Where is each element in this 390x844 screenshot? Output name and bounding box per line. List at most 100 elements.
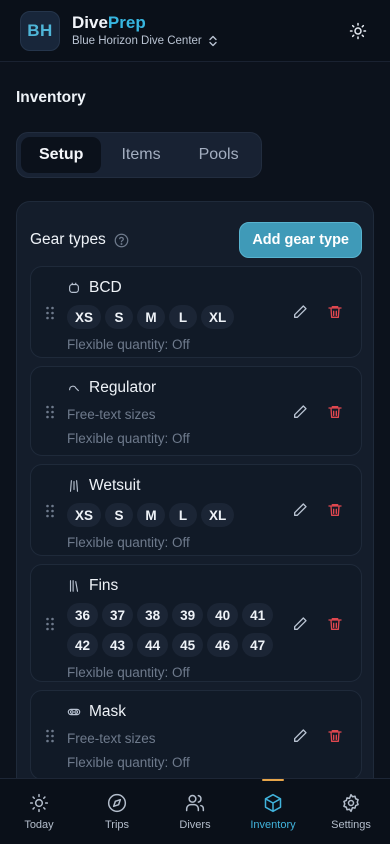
- size-chip: M: [137, 503, 166, 527]
- trash-icon[interactable]: [327, 502, 343, 518]
- tab-items[interactable]: Items: [103, 137, 178, 173]
- panel-header: Gear types Add gear type: [30, 222, 362, 258]
- edit-icon[interactable]: [292, 502, 308, 518]
- size-chip: S: [105, 503, 134, 527]
- compass-icon: [107, 793, 127, 812]
- gear-card-fins: Fins 36 37 38 39 40 41 42 43 44 45 46 47…: [30, 564, 362, 682]
- size-chip: 44: [137, 633, 169, 657]
- size-chip: 38: [137, 603, 169, 627]
- nav-inventory[interactable]: Inventory: [238, 778, 308, 844]
- size-chip: 41: [242, 603, 274, 627]
- size-chip: 39: [172, 603, 204, 627]
- brand-block: DivePrep Blue Horizon Dive Center: [72, 12, 218, 47]
- gear-name: Mask: [89, 703, 127, 720]
- card-actions: [292, 616, 343, 632]
- gear-name-row: Regulator: [67, 377, 277, 399]
- size-chip: XL: [201, 503, 235, 527]
- gear-name-row: Mask: [67, 701, 277, 723]
- size-chip: 46: [207, 633, 239, 657]
- gear-card-wetsuit: Wetsuit XS S M L XL Flexible quantity: O…: [30, 464, 362, 556]
- flex-quantity-status: Flexible quantity: Off: [67, 431, 190, 446]
- nav-trips[interactable]: Trips: [82, 779, 152, 844]
- page-title: Inventory: [16, 89, 86, 106]
- gear-types-panel: Gear types Add gear type BCD XS S M L XL…: [16, 201, 374, 841]
- tab-pools[interactable]: Pools: [181, 137, 257, 173]
- fins-icon: [69, 580, 79, 592]
- gear-name: BCD: [89, 279, 122, 296]
- trash-icon[interactable]: [327, 304, 343, 320]
- trash-icon[interactable]: [327, 404, 343, 420]
- drag-handle-icon[interactable]: [45, 405, 55, 419]
- active-indicator: [262, 778, 284, 781]
- gear-details: Regulator Free-text sizes Flexible quant…: [67, 377, 277, 449]
- edit-icon[interactable]: [292, 304, 308, 320]
- chevron-up-down-icon: [209, 36, 217, 47]
- trash-icon[interactable]: [327, 616, 343, 632]
- size-chip: 40: [207, 603, 239, 627]
- nav-label: Trips: [104, 818, 130, 831]
- gear-details: Fins 36 37 38 39 40 41 42 43 44 45 46 47…: [67, 575, 277, 683]
- nav-divers[interactable]: Divers: [160, 779, 230, 844]
- edit-icon[interactable]: [292, 404, 308, 420]
- gear-details: Mask Free-text sizes Flexible quantity: …: [67, 701, 277, 773]
- center-switcher[interactable]: Blue Horizon Dive Center: [72, 35, 218, 47]
- size-chip: XS: [67, 305, 102, 329]
- edit-icon[interactable]: [292, 728, 308, 744]
- size-chip: 42: [67, 633, 99, 657]
- size-chips: 36 37 38 39 40 41 42 43 44 45 46 47: [67, 603, 277, 657]
- flex-quantity-status: Flexible quantity: Off: [67, 755, 190, 770]
- gear-name-row: Wetsuit: [67, 475, 277, 497]
- size-chip: 37: [102, 603, 134, 627]
- drag-handle-icon[interactable]: [45, 617, 55, 631]
- free-text-sizes: Free-text sizes: [67, 731, 156, 746]
- box-icon: [264, 793, 282, 812]
- gear-card-mask: Mask Free-text sizes Flexible quantity: …: [30, 690, 362, 780]
- size-chips: XS S M L XL: [67, 305, 277, 329]
- add-gear-type-button[interactable]: Add gear type: [239, 222, 362, 258]
- card-actions: [292, 728, 343, 744]
- flex-quantity-status: Flexible quantity: Off: [67, 665, 190, 680]
- nav-label: Inventory: [250, 818, 296, 831]
- gear-name-row: BCD: [67, 277, 277, 299]
- size-chip: 45: [172, 633, 204, 657]
- trash-icon[interactable]: [327, 728, 343, 744]
- nav-settings[interactable]: Settings: [316, 779, 386, 844]
- sun-icon: [349, 22, 367, 39]
- app-header: BH DivePrep Blue Horizon Dive Center: [0, 0, 390, 62]
- tab-setup[interactable]: Setup: [21, 137, 102, 173]
- card-actions: [292, 502, 343, 518]
- drag-handle-icon[interactable]: [45, 729, 55, 743]
- help-icon[interactable]: [114, 233, 129, 248]
- drag-handle-icon[interactable]: [45, 306, 55, 320]
- mask-icon: [67, 708, 81, 716]
- nav-label: Settings: [331, 818, 371, 831]
- sun-icon: [29, 793, 49, 812]
- gear-name-row: Fins: [67, 575, 277, 597]
- size-chips: XS S M L XL: [67, 503, 277, 527]
- inventory-tabs: Setup Items Pools: [16, 132, 262, 178]
- regulator-icon: [69, 385, 79, 392]
- app-name: DivePrep: [72, 12, 146, 32]
- center-logo[interactable]: BH: [20, 10, 60, 51]
- gear-icon: [343, 793, 359, 812]
- card-actions: [292, 304, 343, 320]
- panel-title: Gear types: [30, 231, 106, 248]
- card-actions: [292, 404, 343, 420]
- gear-details: Wetsuit XS S M L XL Flexible quantity: O…: [67, 475, 277, 553]
- wetsuit-icon: [69, 480, 79, 492]
- drag-handle-icon[interactable]: [45, 504, 55, 518]
- bottom-nav: Today Trips Divers Inventory Settings: [0, 778, 390, 844]
- gear-card-bcd: BCD XS S M L XL Flexible quantity: Off: [30, 266, 362, 358]
- size-chip: S: [105, 305, 134, 329]
- free-text-sizes: Free-text sizes: [67, 407, 156, 422]
- flex-quantity-status: Flexible quantity: Off: [67, 535, 190, 550]
- gear-name: Fins: [89, 577, 119, 594]
- edit-icon[interactable]: [292, 616, 308, 632]
- size-chip: 36: [67, 603, 99, 627]
- nav-label: Today: [24, 818, 54, 831]
- center-name: Blue Horizon Dive Center: [72, 35, 202, 48]
- nav-today[interactable]: Today: [4, 779, 74, 844]
- users-icon: [185, 794, 205, 811]
- theme-toggle-button[interactable]: [346, 19, 370, 43]
- size-chip: L: [169, 503, 198, 527]
